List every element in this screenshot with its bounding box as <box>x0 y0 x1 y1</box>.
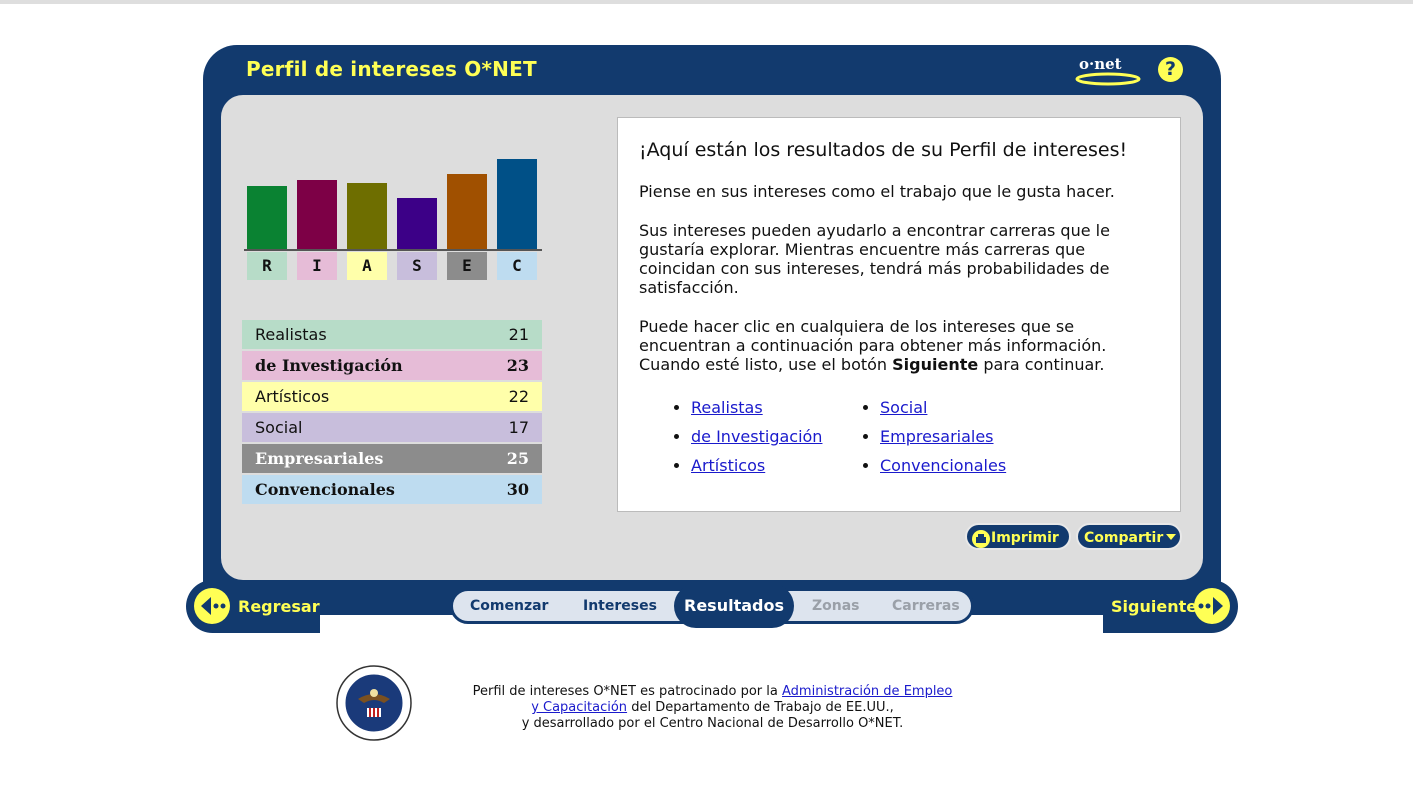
info-paragraph-1: Piense en sus intereses como el trabajo … <box>639 182 1115 201</box>
score-row[interactable]: Convencionales 30 <box>242 475 542 504</box>
step-intereses[interactable]: Intereses <box>583 598 657 614</box>
interest-links-right: Social Empresariales Convencionales <box>860 397 1006 484</box>
results-info-panel: ¡Aquí están los resultados de su Perfil … <box>617 117 1181 512</box>
link-convencionales[interactable]: Convencionales <box>880 456 1006 475</box>
score-value: 21 <box>508 325 529 344</box>
link-investigacion[interactable]: de Investigación <box>691 427 822 446</box>
info-paragraph-3: Puede hacer clic en cualquiera de los in… <box>639 317 1139 374</box>
dol-seal-icon <box>336 665 412 741</box>
chevron-down-icon <box>1166 534 1177 540</box>
footer-line-3: y desarrollado por el Centro Nacional de… <box>521 716 904 731</box>
list-item: Artísticos <box>691 455 822 484</box>
info-paragraph-2: Sus intereses pueden ayudarlo a encontra… <box>639 221 1110 297</box>
top-divider <box>0 0 1413 4</box>
score-row[interactable]: Realistas 21 <box>242 320 542 349</box>
link-empresariales[interactable]: Empresariales <box>880 427 994 446</box>
next-label: Siguiente <box>1111 597 1198 616</box>
score-row[interactable]: Empresariales 25 <box>242 444 542 473</box>
link-artisticos[interactable]: Artísticos <box>691 456 765 475</box>
bar-C[interactable] <box>497 159 537 249</box>
results-heading: ¡Aquí están los resultados de su Perfil … <box>639 139 1128 161</box>
bar-A[interactable] <box>347 183 387 249</box>
print-button[interactable]: Imprimir <box>965 523 1071 550</box>
help-icon[interactable]: ? <box>1158 57 1183 82</box>
list-item: de Investigación <box>691 426 822 455</box>
score-name: Realistas <box>255 325 327 344</box>
step-carreras: Carreras <box>892 598 960 614</box>
info-paragraph-3-end: para continuar. <box>978 355 1105 374</box>
score-row[interactable]: Artísticos 22 <box>242 382 542 411</box>
footer-line-2: del Departamento de Trabajo de EE.UU., <box>627 700 894 715</box>
footer-line-1: Perfil de intereses O*NET es patrocinado… <box>472 684 782 699</box>
eta-link[interactable]: Administración de Empleo <box>782 684 952 699</box>
back-arrow-icon <box>194 588 230 624</box>
siguiente-emphasis: Siguiente <box>892 355 979 374</box>
bar-label-I[interactable]: I <box>297 252 337 280</box>
score-value: 25 <box>506 449 529 468</box>
bar-E[interactable] <box>447 174 487 249</box>
score-value: 17 <box>508 418 529 437</box>
score-value: 23 <box>506 356 529 375</box>
link-social[interactable]: Social <box>880 398 927 417</box>
footer-text: Perfil de intereses O*NET es patrocinado… <box>440 684 985 732</box>
score-name: Convencionales <box>255 480 395 499</box>
interest-links-left: Realistas de Investigación Artísticos <box>671 397 822 484</box>
back-label: Regresar <box>238 597 320 616</box>
score-name: de Investigación <box>255 356 403 375</box>
bar-R[interactable] <box>247 186 287 249</box>
step-zonas: Zonas <box>812 598 860 614</box>
score-row[interactable]: de Investigación 23 <box>242 351 542 380</box>
score-row[interactable]: Social 17 <box>242 413 542 442</box>
printer-icon <box>972 529 990 548</box>
score-name: Artísticos <box>255 387 330 406</box>
share-label: Compartir <box>1084 530 1164 546</box>
step-comenzar[interactable]: Comenzar <box>470 598 548 614</box>
bar-I[interactable] <box>297 180 337 249</box>
bar-label-A[interactable]: A <box>347 252 387 280</box>
next-arrow-icon <box>1194 588 1230 624</box>
step-resultados[interactable]: Resultados <box>674 584 794 628</box>
logo-swoosh-icon <box>1075 72 1141 86</box>
list-item: Empresariales <box>880 426 1006 455</box>
score-value: 22 <box>508 387 529 406</box>
score-name: Empresariales <box>255 449 384 468</box>
link-realistas[interactable]: Realistas <box>691 398 763 417</box>
bar-label-R[interactable]: R <box>247 252 287 280</box>
list-item: Convencionales <box>880 455 1006 484</box>
chart-baseline <box>244 249 542 251</box>
score-name: Social <box>255 418 303 437</box>
next-button[interactable]: Siguiente <box>1103 580 1238 633</box>
bar-label-C[interactable]: C <box>497 252 537 280</box>
list-item: Realistas <box>691 397 822 426</box>
list-item: Social <box>880 397 1006 426</box>
eta-link-continued[interactable]: y Capacitación <box>531 700 627 715</box>
page-title: Perfil de intereses O*NET <box>246 57 537 81</box>
share-button[interactable]: Compartir <box>1076 523 1182 550</box>
onet-logo: o·net <box>1066 48 1150 94</box>
back-button[interactable]: Regresar <box>186 580 320 633</box>
print-label: Imprimir <box>991 530 1059 546</box>
bar-label-E[interactable]: E <box>447 252 487 280</box>
bar-label-S[interactable]: S <box>397 252 437 280</box>
bar-S[interactable] <box>397 198 437 249</box>
score-value: 30 <box>506 480 529 499</box>
